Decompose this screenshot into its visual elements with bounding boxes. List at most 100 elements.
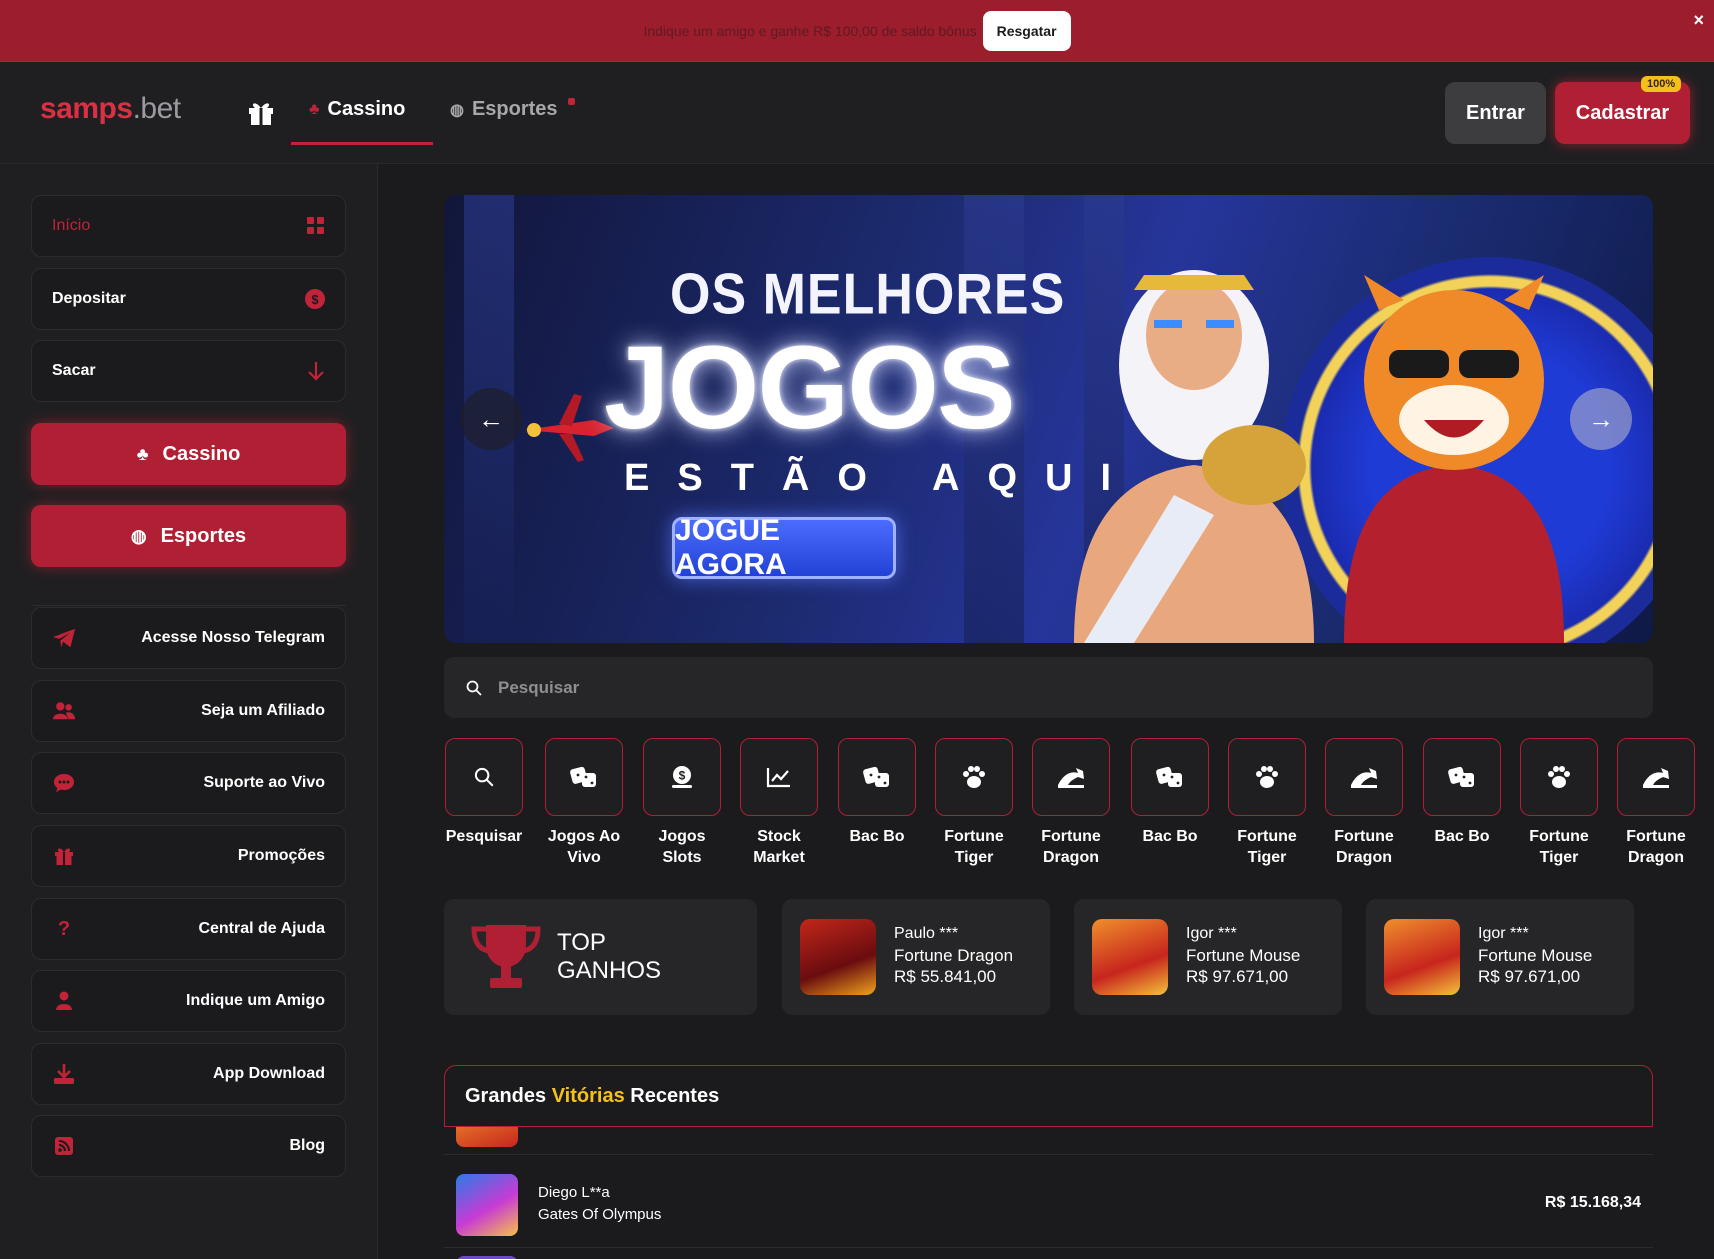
category-fortune-dragon[interactable]: Fortune Dragon <box>1324 738 1404 868</box>
category-jogos-ao-vivo[interactable]: Jogos Ao Vivo <box>544 738 624 868</box>
grid-icon <box>307 217 324 234</box>
close-icon[interactable]: × <box>1693 10 1704 31</box>
win-card[interactable]: Paulo *** Fortune Dragon R$ 55.841,00 <box>782 899 1050 1015</box>
category-stock-market[interactable]: Stock Market <box>739 738 819 868</box>
sidebar-link-promocoes[interactable]: Promoções <box>31 825 346 887</box>
sidebar-link-label: Acesse Nosso Telegram <box>141 629 325 646</box>
hero-banner[interactable]: OS MELHORES JOGOS ESTÃO AQUI JOGUE AGORA… <box>444 195 1653 643</box>
category-bac-bo[interactable]: Bac Bo <box>1130 738 1210 847</box>
sidebar-item-inicio[interactable]: Início <box>31 195 346 257</box>
dice-icon <box>863 766 889 787</box>
sidebar-item-label: Início <box>52 217 91 234</box>
question-icon: ? <box>57 917 71 940</box>
play-now-button[interactable]: JOGUE AGORA <box>672 514 896 581</box>
recent-wins-header: Grandes Vitórias Recentes <box>444 1065 1653 1127</box>
sidebar-item-label: Depositar <box>52 290 126 307</box>
club-icon: ♣ <box>309 100 320 118</box>
row-amount: R$ 15.168,34 <box>1544 1194 1641 1211</box>
tab-esportes-label: Esportes <box>471 98 558 120</box>
sidebar-link-label: App Download <box>213 1065 325 1082</box>
svg-text:$: $ <box>311 292 319 307</box>
paw-icon <box>963 766 985 788</box>
tab-cassino-label: Cassino <box>327 98 406 120</box>
sidebar-link-label: Suporte ao Vivo <box>203 774 325 791</box>
logo[interactable]: samps.bet <box>40 92 181 126</box>
download-icon <box>52 1062 76 1086</box>
sidebar-link-label: Promoções <box>237 847 325 864</box>
list-item <box>444 1127 1653 1155</box>
users-icon <box>52 699 76 723</box>
win-amount: R$ 97.671,00 <box>1478 967 1581 986</box>
category-jogos-slots[interactable]: $ Jogos Slots <box>642 738 722 868</box>
category-fortune-dragon[interactable]: Fortune Dragon <box>1616 738 1696 868</box>
category-label: Stock Market <box>753 828 805 866</box>
redeem-button[interactable]: Resgatar <box>982 10 1071 51</box>
lock-icon <box>568 98 575 105</box>
win-amount: R$ 97.671,00 <box>1186 967 1289 986</box>
trophy-icon <box>471 925 541 988</box>
category-label: Fortune Tiger <box>944 828 1004 866</box>
user-icon <box>52 989 76 1013</box>
sidebar-esportes-label: Esportes <box>160 524 247 547</box>
win-card[interactable]: Igor *** Fortune Mouse R$ 97.671,00 <box>1366 899 1634 1015</box>
top-wins-line2: GANHOS <box>557 957 662 984</box>
sidebar-link-indique[interactable]: Indique um Amigo <box>31 970 346 1032</box>
win-game: Fortune Dragon <box>894 946 1014 965</box>
active-tab-indicator <box>291 142 433 145</box>
paw-icon <box>1256 766 1278 788</box>
dragon-icon <box>1058 768 1084 788</box>
logo-part2: .bet <box>132 92 182 125</box>
category-fortune-tiger[interactable]: Fortune Tiger <box>1519 738 1599 868</box>
tab-esportes[interactable]: ◍ Esportes <box>450 98 558 121</box>
category-label: Jogos Ao Vivo <box>547 828 621 866</box>
game-thumbnail <box>456 1127 518 1147</box>
win-card[interactable]: Igor *** Fortune Mouse R$ 97.671,00 <box>1074 899 1342 1015</box>
sidebar-item-depositar[interactable]: Depositar $ <box>31 268 346 330</box>
search-input[interactable] <box>498 677 1598 698</box>
sidebar-link-afiliado[interactable]: Seja um Afiliado <box>31 680 346 742</box>
list-item[interactable]: Diego L**a Gates Of Olympus R$ 15.168,34 <box>444 1160 1653 1248</box>
arrow-left-icon[interactable]: ← <box>460 388 522 450</box>
sidebar-link-app[interactable]: App Download <box>31 1043 346 1105</box>
win-amount: R$ 55.841,00 <box>894 967 997 986</box>
win-player: Igor *** <box>1186 925 1237 942</box>
game-thumbnail <box>456 1174 518 1236</box>
arrow-right-icon[interactable]: → <box>1570 388 1632 450</box>
game-thumbnail <box>800 919 876 995</box>
dragon-icon <box>1643 768 1669 788</box>
recent-title-part1: Grandes <box>465 1084 552 1107</box>
category-label: Jogos Slots <box>658 828 706 866</box>
category-label: Fortune Tiger <box>1529 828 1589 866</box>
category-fortune-dragon[interactable]: Fortune Dragon <box>1031 738 1111 868</box>
tiger-graphic <box>1344 275 1564 643</box>
search-icon <box>466 680 482 696</box>
category-fortune-tiger[interactable]: Fortune Tiger <box>1227 738 1307 868</box>
win-player: Paulo *** <box>894 925 959 942</box>
category-pesquisar[interactable]: Pesquisar <box>444 738 524 847</box>
sidebar-link-telegram[interactable]: Acesse Nosso Telegram <box>31 607 346 669</box>
sidebar-cassino-button[interactable]: ♣ Cassino <box>31 423 346 485</box>
login-button[interactable]: Entrar <box>1445 82 1546 144</box>
sidebar-link-ajuda[interactable]: ? Central de Ajuda <box>31 898 346 960</box>
win-game: Fortune Mouse <box>1186 946 1301 965</box>
dice-icon <box>570 766 596 787</box>
category-bac-bo[interactable]: Bac Bo <box>837 738 917 847</box>
search-icon <box>474 767 494 787</box>
sidebar-item-label: Sacar <box>52 362 96 379</box>
top-wins-card: TOP GANHOS <box>444 899 757 1015</box>
sidebar-link-blog[interactable]: Blog <box>31 1115 346 1177</box>
sidebar-link-suporte[interactable]: Suporte ao Vivo <box>31 752 346 814</box>
gift-icon[interactable] <box>246 97 276 127</box>
recent-title-highlight: Vitórias <box>551 1084 625 1107</box>
sidebar-cassino-label: Cassino <box>162 442 241 465</box>
tab-cassino[interactable]: ♣ Cassino <box>309 98 405 121</box>
sidebar-esportes-button[interactable]: ◍ Esportes <box>31 505 346 567</box>
sidebar: Início Depositar $ Sacar ♣ Cassino ◍ Esp… <box>0 164 378 1259</box>
category-fortune-tiger[interactable]: Fortune Tiger <box>934 738 1014 868</box>
sidebar-item-sacar[interactable]: Sacar <box>31 340 346 402</box>
sidebar-link-label: Seja um Afiliado <box>201 702 325 719</box>
logo-part1: samps <box>40 92 133 125</box>
category-bac-bo[interactable]: Bac Bo <box>1422 738 1502 847</box>
dice-icon <box>1156 766 1182 787</box>
category-label: Bac Bo <box>1434 828 1490 845</box>
